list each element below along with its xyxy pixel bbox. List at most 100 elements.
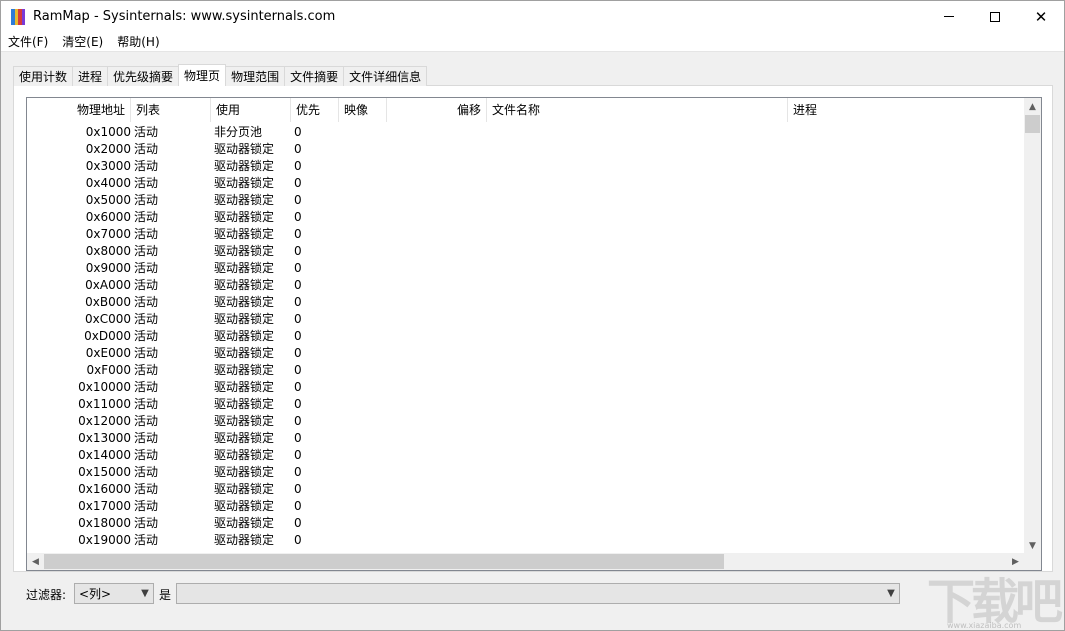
minimize-button[interactable] — [926, 1, 972, 32]
cell-physical-address: 0x3000 — [85, 159, 131, 173]
table-row[interactable]: 0x1000 活动 非分页池 0 — [27, 124, 1027, 141]
filter-column-value: <列> — [79, 587, 112, 601]
column-offset[interactable]: 偏移 — [387, 98, 487, 122]
cell-physical-address: 0x5000 — [85, 193, 131, 207]
cell-priority: 0 — [294, 363, 302, 377]
scrollbar-corner — [1024, 553, 1041, 570]
cell-list: 活动 — [134, 227, 159, 241]
table-row[interactable]: 0xA000 活动 驱动器锁定 0 — [27, 277, 1027, 294]
close-button[interactable]: ✕ — [1018, 1, 1064, 32]
cell-list: 活动 — [134, 499, 159, 513]
table-row[interactable]: 0x6000 活动 驱动器锁定 0 — [27, 209, 1027, 226]
menu-help[interactable]: 帮助(H) — [110, 33, 166, 50]
maximize-button[interactable] — [972, 1, 1018, 32]
table-row[interactable]: 0x12000 活动 驱动器锁定 0 — [27, 413, 1027, 430]
table-row[interactable]: 0x11000 活动 驱动器锁定 0 — [27, 396, 1027, 413]
physical-pages-list[interactable]: 物理地址 列表 使用 优先 映像 偏移 文件名称 进程 0x1000 活动 非分页池… — [26, 97, 1042, 571]
cell-use: 驱动器锁定 — [214, 516, 275, 530]
cell-priority: 0 — [294, 193, 302, 207]
cell-priority: 0 — [294, 448, 302, 462]
cell-use: 驱动器锁定 — [214, 312, 275, 326]
cell-physical-address: 0xF000 — [86, 363, 131, 377]
scroll-right-icon[interactable]: ▶ — [1007, 553, 1024, 570]
cell-list: 活动 — [134, 159, 159, 173]
table-row[interactable]: 0x5000 活动 驱动器锁定 0 — [27, 192, 1027, 209]
horizontal-scroll-thumb[interactable] — [44, 554, 724, 569]
cell-physical-address: 0x7000 — [85, 227, 131, 241]
cell-use: 驱动器锁定 — [214, 278, 275, 292]
column-image[interactable]: 映像 — [339, 98, 387, 122]
tab-physical-pages[interactable]: 物理页 — [178, 64, 227, 86]
menu-file[interactable]: 文件(F) — [1, 33, 55, 50]
filter-column-select[interactable]: <列> ▼ — [74, 583, 154, 604]
cell-priority: 0 — [294, 278, 302, 292]
tab-file-summary[interactable]: 文件摘要 — [284, 66, 345, 86]
cell-use: 驱动器锁定 — [214, 329, 275, 343]
menu-empty[interactable]: 清空(E) — [55, 33, 110, 50]
cell-list: 活动 — [134, 176, 159, 190]
column-file-name[interactable]: 文件名称 — [487, 98, 788, 122]
cell-physical-address: 0x12000 — [78, 414, 131, 428]
scroll-left-icon[interactable]: ◀ — [27, 553, 44, 570]
cell-physical-address: 0xE000 — [85, 346, 131, 360]
cell-physical-address: 0x1000 — [85, 125, 131, 139]
column-physical-address[interactable]: 物理地址 — [27, 98, 131, 122]
table-row[interactable]: 0x3000 活动 驱动器锁定 0 — [27, 158, 1027, 175]
cell-use: 驱动器锁定 — [214, 397, 275, 411]
cell-list: 活动 — [134, 244, 159, 258]
cell-list: 活动 — [134, 329, 159, 343]
table-row[interactable]: 0x13000 活动 驱动器锁定 0 — [27, 430, 1027, 447]
column-use[interactable]: 使用 — [211, 98, 291, 122]
tab-file-details[interactable]: 文件详细信息 — [343, 66, 428, 86]
cell-list: 活动 — [134, 516, 159, 530]
table-row[interactable]: 0x14000 活动 驱动器锁定 0 — [27, 447, 1027, 464]
table-row[interactable]: 0x18000 活动 驱动器锁定 0 — [27, 515, 1027, 532]
column-list[interactable]: 列表 — [131, 98, 211, 122]
tab-physical-ranges[interactable]: 物理范围 — [225, 66, 286, 86]
table-row[interactable]: 0x19000 活动 驱动器锁定 0 — [27, 532, 1027, 549]
table-row[interactable]: 0xC000 活动 驱动器锁定 0 — [27, 311, 1027, 328]
cell-use: 驱动器锁定 — [214, 227, 275, 241]
table-row[interactable]: 0x4000 活动 驱动器锁定 0 — [27, 175, 1027, 192]
tab-processes[interactable]: 进程 — [72, 66, 109, 86]
maximize-icon — [990, 11, 1000, 22]
cell-use: 驱动器锁定 — [214, 295, 275, 309]
cell-physical-address: 0x4000 — [85, 176, 131, 190]
vertical-scroll-thumb[interactable] — [1025, 115, 1040, 133]
table-row[interactable]: 0xD000 活动 驱动器锁定 0 — [27, 328, 1027, 345]
vertical-scrollbar[interactable]: ▲ ▼ — [1024, 98, 1041, 554]
table-row[interactable]: 0x2000 活动 驱动器锁定 0 — [27, 141, 1027, 158]
cell-list: 活动 — [134, 312, 159, 326]
table-row[interactable]: 0x15000 活动 驱动器锁定 0 — [27, 464, 1027, 481]
cell-physical-address: 0x6000 — [85, 210, 131, 224]
scroll-up-icon[interactable]: ▲ — [1024, 98, 1041, 115]
cell-priority: 0 — [294, 482, 302, 496]
column-priority[interactable]: 优先 — [291, 98, 339, 122]
filter-value-select[interactable]: ▼ — [176, 583, 900, 604]
menu-bar: 文件(F) 清空(E) 帮助(H) — [1, 32, 1064, 52]
table-row[interactable]: 0x8000 活动 驱动器锁定 0 — [27, 243, 1027, 260]
cell-list: 活动 — [134, 193, 159, 207]
table-row[interactable]: 0x9000 活动 驱动器锁定 0 — [27, 260, 1027, 277]
cell-use: 驱动器锁定 — [214, 380, 275, 394]
table-row[interactable]: 0xE000 活动 驱动器锁定 0 — [27, 345, 1027, 362]
cell-priority: 0 — [294, 227, 302, 241]
cell-list: 活动 — [134, 278, 159, 292]
scroll-down-icon[interactable]: ▼ — [1024, 537, 1041, 554]
table-row[interactable]: 0xF000 活动 驱动器锁定 0 — [27, 362, 1027, 379]
chevron-down-icon: ▼ — [141, 588, 149, 599]
tab-priority-summary[interactable]: 优先级摘要 — [107, 66, 180, 86]
table-row[interactable]: 0x17000 活动 驱动器锁定 0 — [27, 498, 1027, 515]
cell-physical-address: 0x16000 — [78, 482, 131, 496]
tab-use-counts[interactable]: 使用计数 — [13, 66, 74, 86]
filter-label: 过滤器: — [26, 588, 67, 602]
table-row[interactable]: 0x7000 活动 驱动器锁定 0 — [27, 226, 1027, 243]
table-row[interactable]: 0x16000 活动 驱动器锁定 0 — [27, 481, 1027, 498]
horizontal-scrollbar[interactable]: ◀ ▶ — [27, 553, 1024, 570]
table-row[interactable]: 0xB000 活动 驱动器锁定 0 — [27, 294, 1027, 311]
cell-use: 驱动器锁定 — [214, 465, 275, 479]
cell-list: 活动 — [134, 125, 159, 139]
column-process[interactable]: 进程 — [788, 98, 1027, 122]
table-row[interactable]: 0x10000 活动 驱动器锁定 0 — [27, 379, 1027, 396]
cell-use: 驱动器锁定 — [214, 159, 275, 173]
